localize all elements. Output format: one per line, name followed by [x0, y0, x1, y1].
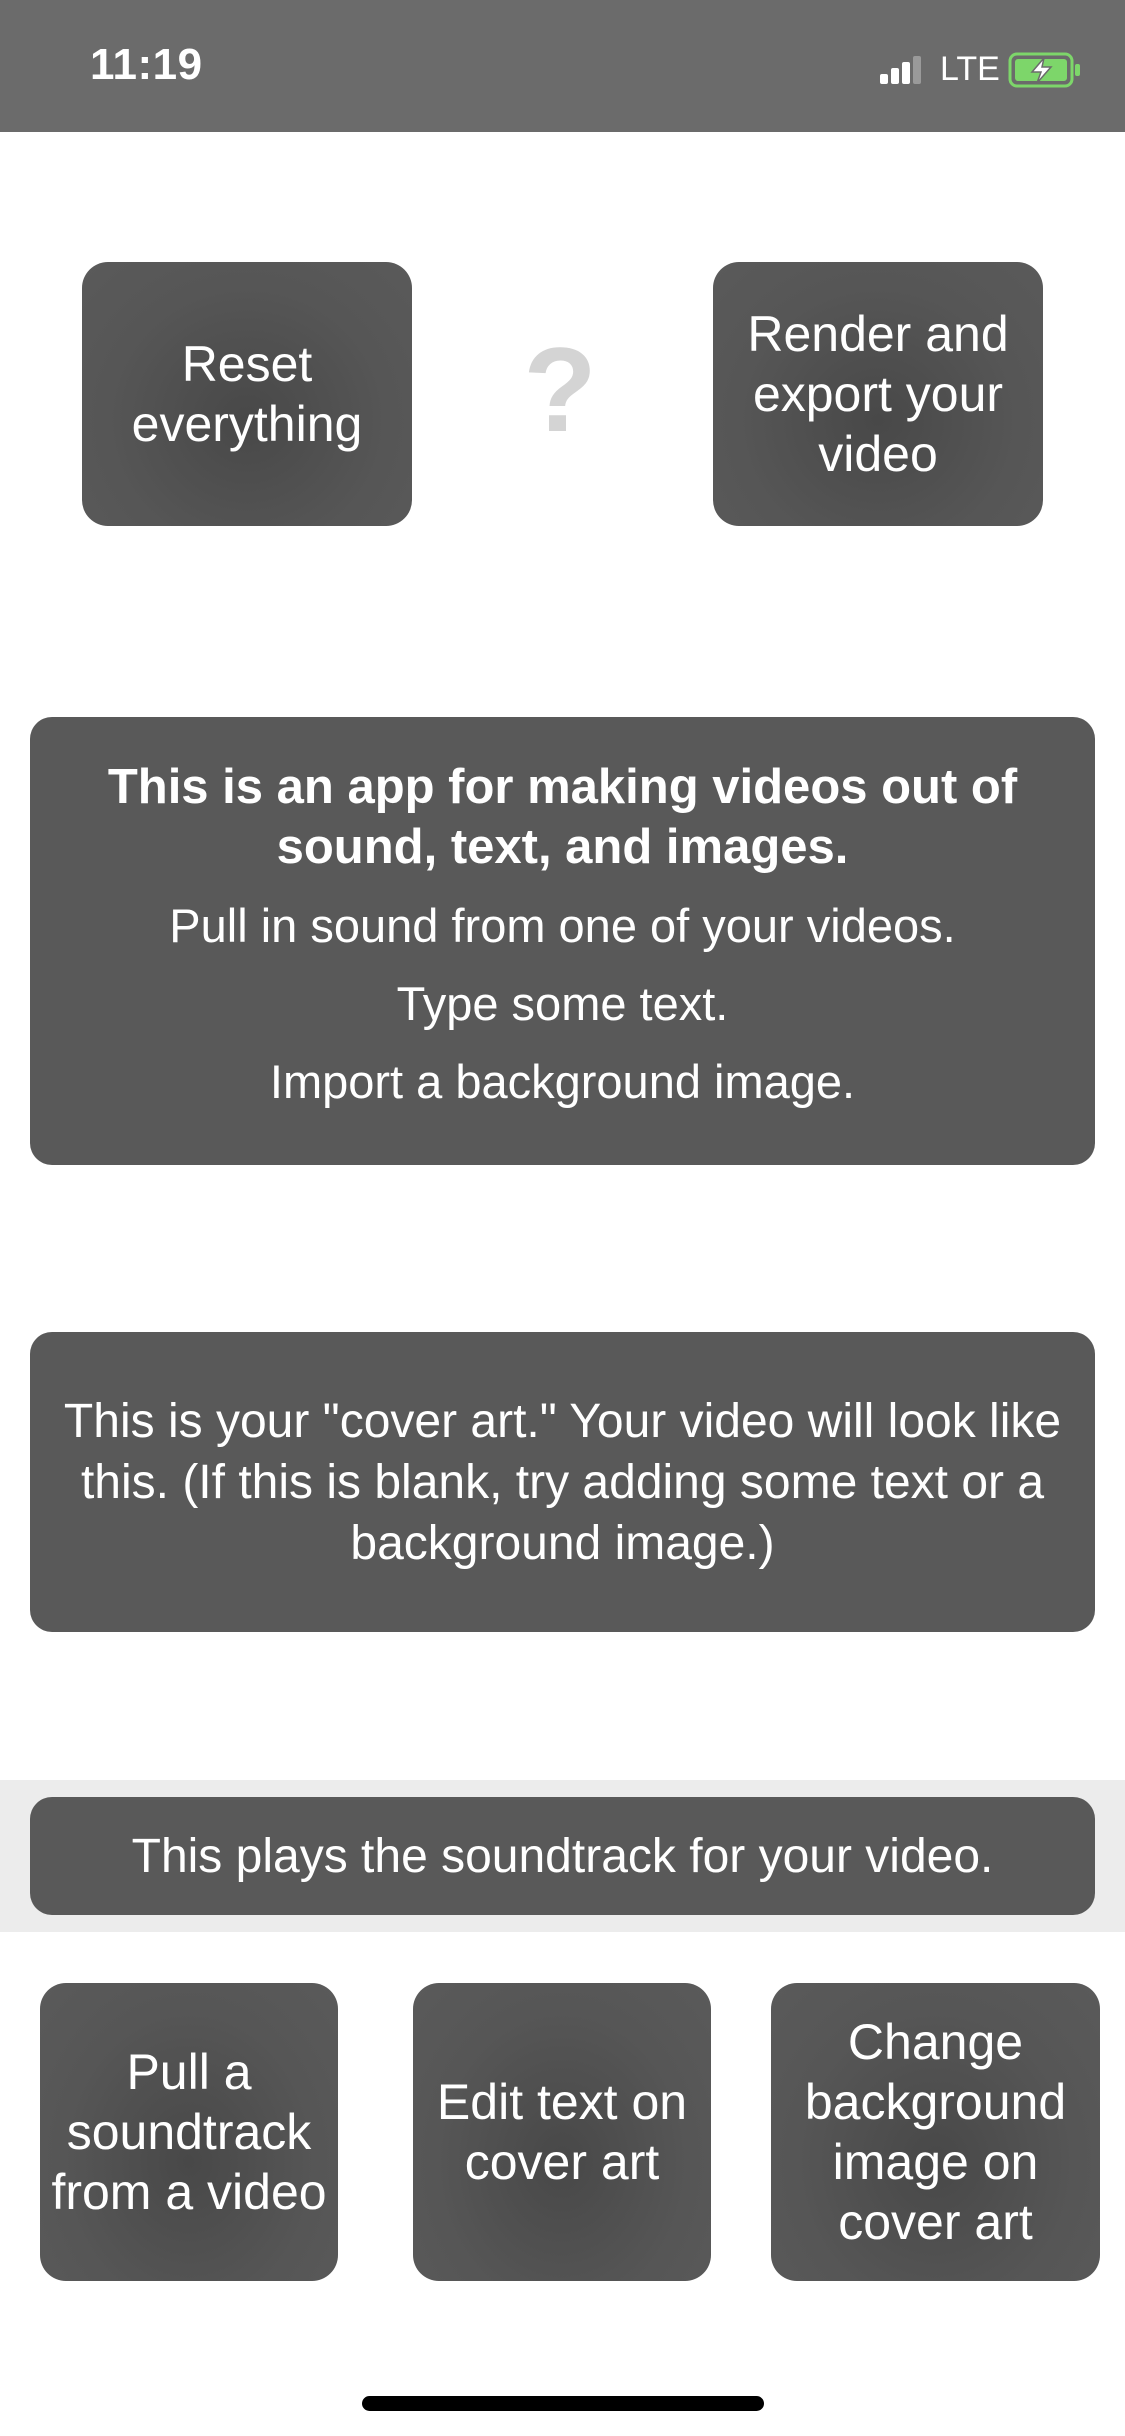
- reset-everything-button[interactable]: Reset everything: [82, 262, 412, 526]
- soundtrack-label: This plays the soundtrack for your video…: [131, 1829, 994, 1883]
- network-type-label: LTE: [940, 50, 1000, 88]
- cover-art-text: This is your "cover art." Your video wil…: [63, 1394, 1062, 1570]
- intro-line-sound: Pull in sound from one of your videos.: [169, 899, 956, 952]
- help-icon[interactable]: ?: [520, 330, 600, 450]
- intro-line-image: Import a background image.: [269, 1055, 856, 1108]
- status-bar: 11:19 LTE: [0, 0, 1125, 132]
- intro-panel: This is an app for making videos out of …: [30, 717, 1095, 1165]
- soundtrack-play-button[interactable]: This plays the soundtrack for your video…: [30, 1797, 1095, 1915]
- intro-line-text: Type some text.: [396, 977, 729, 1030]
- cover-art-preview: This is your "cover art." Your video wil…: [30, 1332, 1095, 1632]
- reset-everything-label: Reset everything: [131, 336, 363, 452]
- intro-title: This is an app for making videos out of …: [107, 760, 1018, 874]
- home-indicator[interactable]: [362, 2396, 764, 2411]
- render-export-label: Render and export your video: [747, 306, 1009, 482]
- change-background-button[interactable]: Change background image on cover art: [771, 1983, 1100, 2281]
- status-time: 11:19: [90, 40, 203, 89]
- signal-bars-icon: [880, 56, 921, 84]
- change-background-label: Change background image on cover art: [804, 2014, 1067, 2250]
- pull-soundtrack-button[interactable]: Pull a soundtrack from a video: [40, 1983, 338, 2281]
- battery-charging-icon: [1008, 52, 1080, 88]
- pull-soundtrack-label: Pull a soundtrack from a video: [51, 2044, 327, 2220]
- edit-text-label: Edit text on cover art: [436, 2074, 688, 2190]
- edit-text-button[interactable]: Edit text on cover art: [413, 1983, 711, 2281]
- render-export-button[interactable]: Render and export your video: [713, 262, 1043, 526]
